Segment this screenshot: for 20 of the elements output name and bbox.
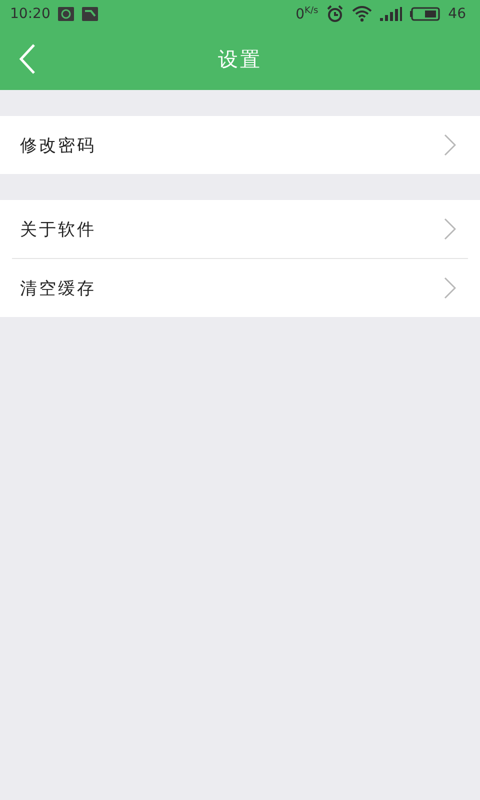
notification-icon <box>58 7 74 21</box>
signal-icon <box>380 7 402 21</box>
page-title: 设置 <box>218 46 262 72</box>
network-speed: 0$^{K/s}$ <box>296 6 318 22</box>
battery-level: 46 <box>448 6 466 22</box>
row-label: 清空缓存 <box>20 278 96 300</box>
status-time: 10:20 <box>10 6 50 22</box>
settings-row[interactable]: 清空缓存 <box>0 259 480 317</box>
wifi-icon <box>352 6 372 22</box>
chevron-icon <box>444 134 456 156</box>
row-label: 修改密码 <box>20 134 96 156</box>
chevron-icon <box>444 277 456 299</box>
settings-row[interactable]: 修改密码 <box>0 116 480 174</box>
battery-icon <box>410 7 440 21</box>
row-label: 关于软件 <box>20 218 96 240</box>
back-icon <box>18 43 36 75</box>
chevron-icon <box>444 218 456 240</box>
notification-icon <box>82 7 98 21</box>
settings-row[interactable]: 关于软件 <box>0 200 480 258</box>
alarm-icon <box>326 5 344 23</box>
